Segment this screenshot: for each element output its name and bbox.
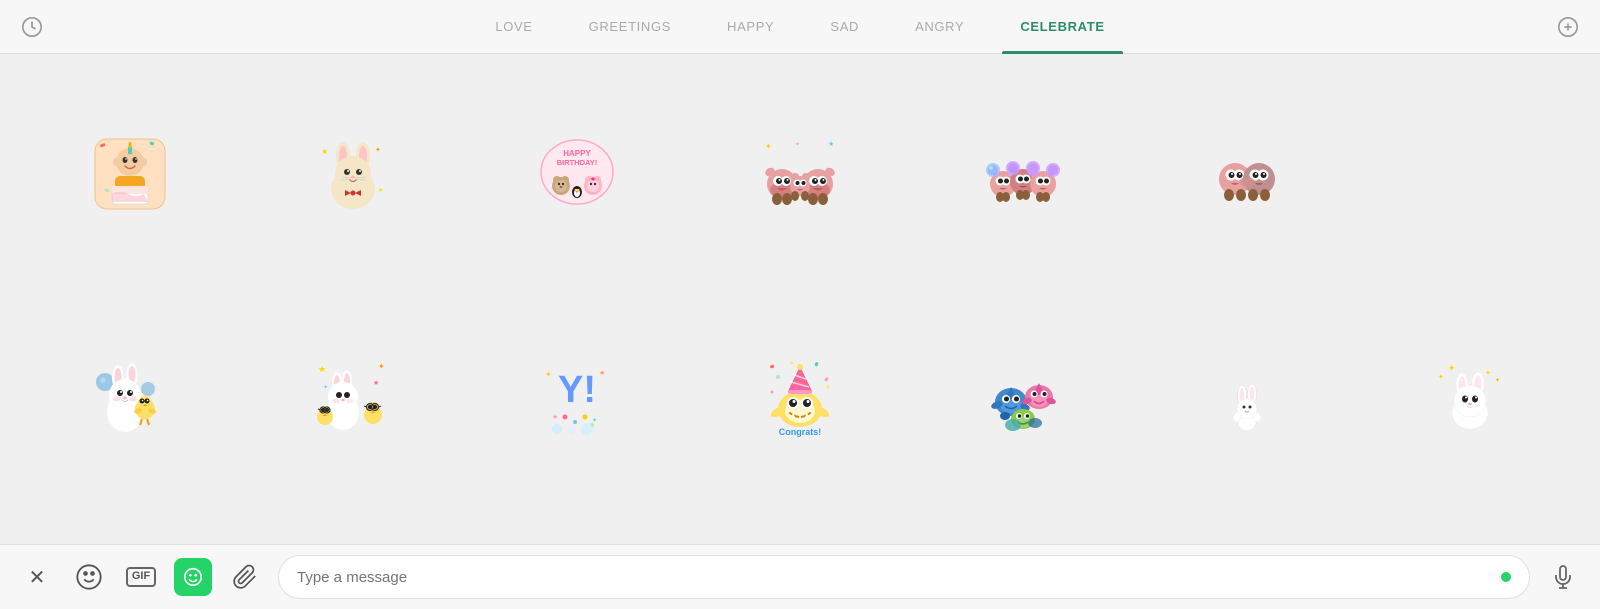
svg-text:★: ★ xyxy=(321,147,328,156)
svg-text:✦: ✦ xyxy=(795,141,800,148)
add-category-button[interactable] xyxy=(1546,5,1590,49)
svg-text:BIRTHDAY!: BIRTHDAY! xyxy=(556,158,597,167)
svg-text:★: ★ xyxy=(318,364,326,374)
svg-text:✦: ✦ xyxy=(545,370,552,379)
online-indicator xyxy=(1501,572,1511,582)
svg-text:✦: ✦ xyxy=(1485,369,1491,377)
sticker-bunny-chick[interactable] xyxy=(20,287,239,506)
mic-button[interactable] xyxy=(1544,558,1582,596)
svg-text:★: ★ xyxy=(599,369,605,377)
sticker-baby-shark-family[interactable] xyxy=(914,287,1133,506)
sticker-bunny-alone[interactable] xyxy=(243,511,462,544)
gif-button[interactable]: GIF xyxy=(122,558,160,596)
svg-text:Congrats!: Congrats! xyxy=(779,427,822,437)
bottom-bar: ✕ GIF xyxy=(0,544,1600,609)
tab-angry[interactable]: ANGRY xyxy=(887,0,992,54)
tab-love[interactable]: LOVE xyxy=(467,0,560,54)
sticker-birthday-cake[interactable] xyxy=(20,64,239,283)
tab-greetings[interactable]: GREETINGS xyxy=(561,0,699,54)
svg-text:✦: ✦ xyxy=(1438,373,1444,381)
sticker-monsters-pompom[interactable] xyxy=(914,64,1133,283)
svg-text:★: ★ xyxy=(378,187,383,194)
tab-bar: LOVE GREETINGS HAPPY SAD ANGRY CELEBRATE xyxy=(0,0,1600,54)
svg-text:✦: ✦ xyxy=(765,142,772,151)
message-input-container xyxy=(278,555,1530,599)
close-sticker-button[interactable]: ✕ xyxy=(18,558,56,596)
sticker-small-bunny[interactable] xyxy=(1137,287,1356,506)
tab-sad[interactable]: SAD xyxy=(802,0,887,54)
sticker-empty-1 xyxy=(1361,64,1580,283)
sticker-empty-3 xyxy=(1137,511,1356,544)
sticker-bunny-chick-glasses[interactable]: ★ ✦ ★ ✦ xyxy=(243,287,462,506)
sticker-tabs: LOVE GREETINGS HAPPY SAD ANGRY CELEBRATE xyxy=(54,0,1546,54)
svg-text:✦: ✦ xyxy=(1448,363,1456,373)
svg-text:✦: ✦ xyxy=(1495,377,1500,384)
tab-celebrate[interactable]: CELEBRATE xyxy=(992,0,1132,54)
sticker-grid: ★ ✦ ★ HAPPY BIRTHDAY! xyxy=(20,64,1580,544)
svg-text:✦: ✦ xyxy=(323,384,328,391)
emoji-button[interactable] xyxy=(70,558,108,596)
svg-text:★: ★ xyxy=(373,379,379,387)
sticker-empty-2 xyxy=(467,511,686,544)
svg-text:Y!: Y! xyxy=(558,369,596,411)
sticker-bunny-bow[interactable]: ★ ✦ ★ xyxy=(243,64,462,283)
sticker-bunny-sparkle[interactable]: ✦ ✦ ✦ ✦ xyxy=(1361,287,1580,506)
message-input[interactable] xyxy=(297,569,1501,586)
svg-text:✦: ✦ xyxy=(378,362,385,371)
svg-text:HAPPY: HAPPY xyxy=(563,149,591,158)
sticker-bear-raise-hand[interactable] xyxy=(690,511,909,544)
sticker-pink-monsters-hug[interactable] xyxy=(1137,64,1356,283)
svg-text:✦: ✦ xyxy=(375,146,381,154)
tab-happy[interactable]: HAPPY xyxy=(699,0,802,54)
sticker-button[interactable] xyxy=(174,558,212,596)
sticker-grid-area: ★ ✦ ★ HAPPY BIRTHDAY! xyxy=(0,54,1600,544)
sticker-congrats-shark[interactable]: Congrats! xyxy=(690,287,909,506)
svg-text:★: ★ xyxy=(828,140,834,148)
sticker-confetti-burst[interactable] xyxy=(20,511,239,544)
sticker-happy-birthday[interactable]: HAPPY BIRTHDAY! xyxy=(467,64,686,283)
sticker-keep-it-up-bear[interactable]: keep it up! xyxy=(914,511,1133,544)
clock-tab-button[interactable] xyxy=(10,5,54,49)
sticker-pink-monsters-celebrate[interactable]: ✦ ★ ✦ xyxy=(690,64,909,283)
sticker-yahoo[interactable]: Y! ✦ ★ ✦ ★ xyxy=(467,287,686,506)
svg-text:✦: ✦ xyxy=(592,417,597,424)
svg-text:★: ★ xyxy=(552,413,558,421)
sticker-small-bear[interactable] xyxy=(1361,511,1580,544)
attach-button[interactable] xyxy=(226,558,264,596)
